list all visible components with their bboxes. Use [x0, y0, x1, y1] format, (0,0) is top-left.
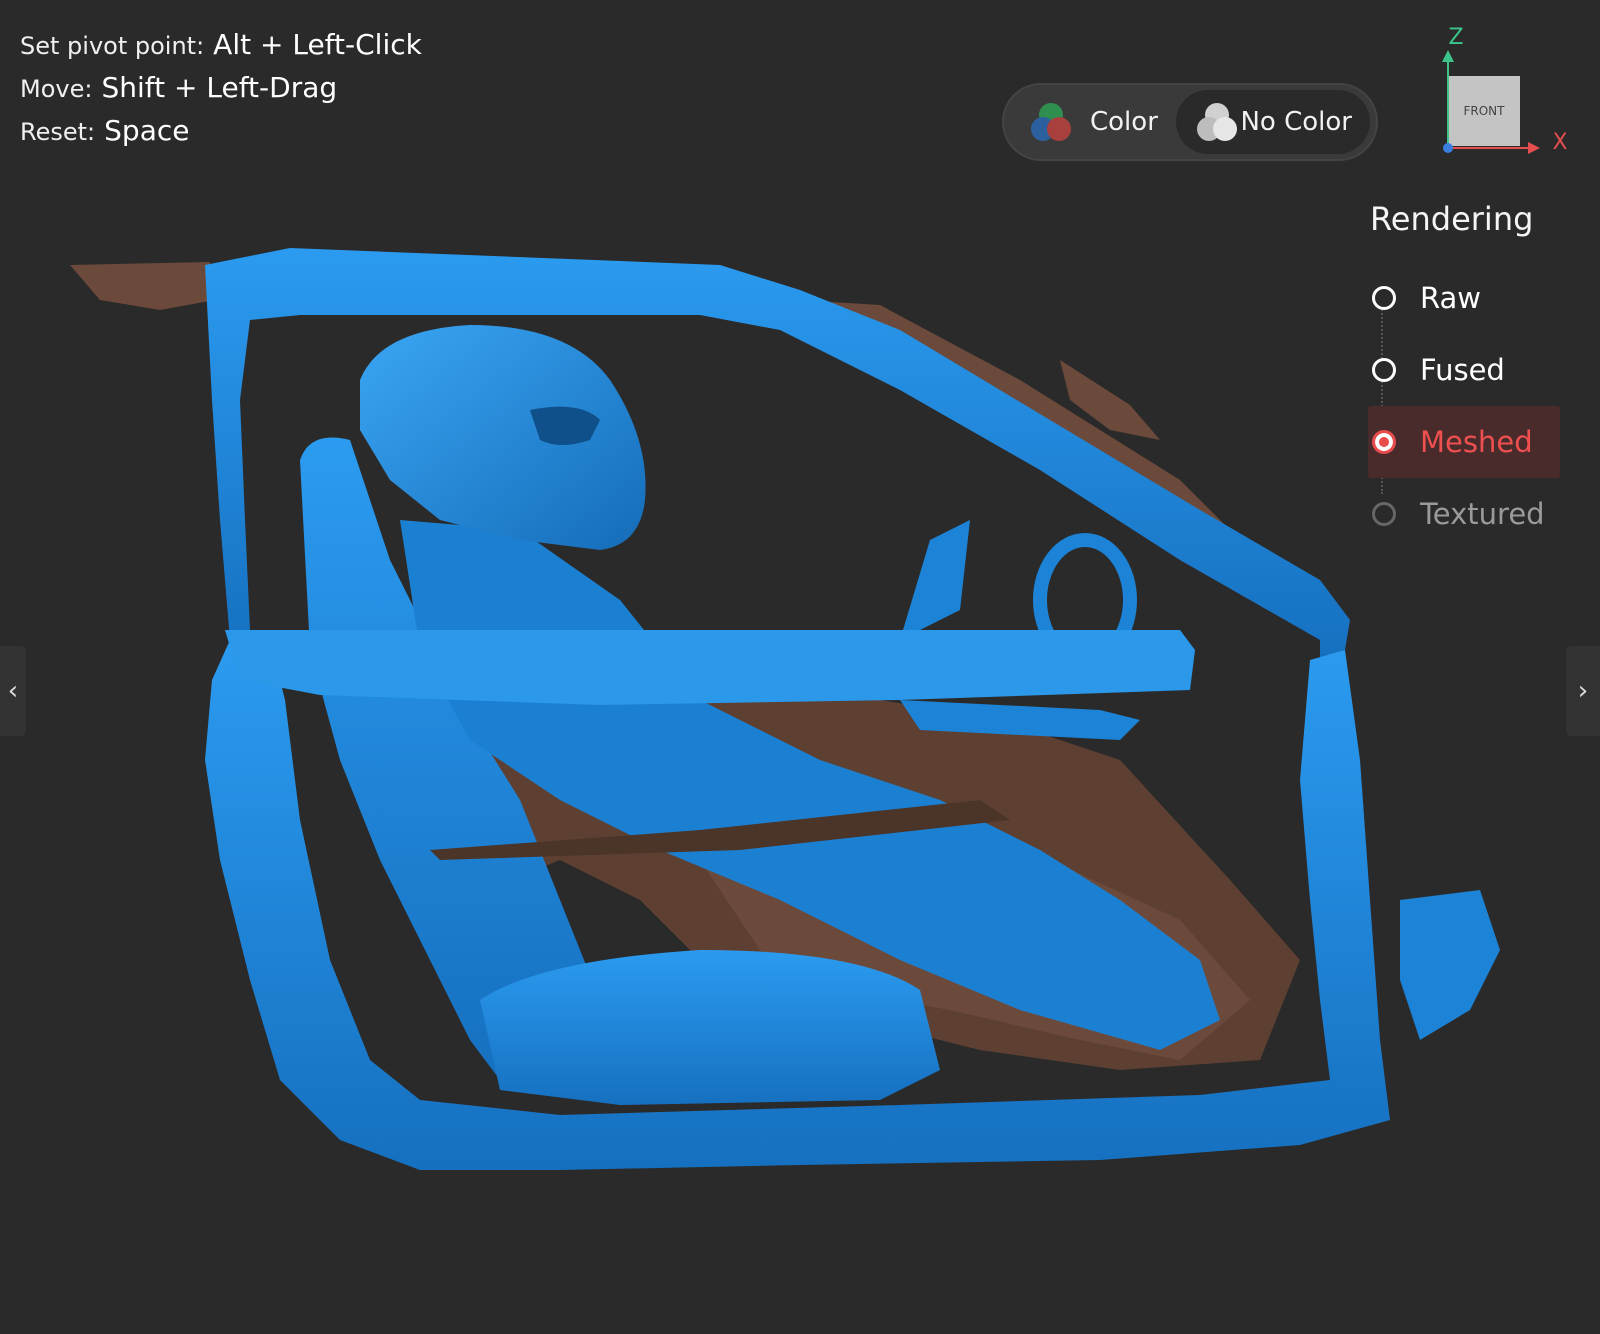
- prev-button[interactable]: ‹: [0, 646, 26, 736]
- color-mode-toggle: Color No Color: [1002, 83, 1378, 161]
- z-axis-arrow-icon: [1442, 50, 1454, 62]
- help-label: Move:: [20, 75, 93, 103]
- rendering-options: Raw Fused Meshed Textured: [1368, 262, 1570, 550]
- rendering-title: Rendering: [1370, 200, 1534, 238]
- x-axis-label: X: [1552, 130, 1567, 155]
- rendering-option-fused[interactable]: Fused: [1370, 334, 1570, 406]
- rendering-panel: Rendering Raw Fused Meshed Textured: [1368, 200, 1570, 550]
- help-row-move: Move: Shift + Left-Drag: [20, 71, 422, 114]
- help-key: Shift + Left-Drag: [101, 71, 338, 104]
- scanned-model: [70, 248, 1500, 1170]
- help-label: Reset:: [20, 118, 96, 146]
- next-button[interactable]: ›: [1566, 646, 1600, 736]
- x-axis-arrow-icon: [1528, 142, 1540, 154]
- cube-face-label: FRONT: [1464, 104, 1506, 118]
- rendering-option-label: Fused: [1420, 353, 1505, 387]
- rendering-option-meshed[interactable]: Meshed: [1368, 406, 1560, 478]
- origin-dot: [1443, 143, 1453, 153]
- help-row-reset: Reset: Space: [20, 114, 422, 157]
- no-color-option-button[interactable]: No Color: [1176, 90, 1370, 154]
- radio-icon: [1372, 358, 1396, 382]
- color-option-label: Color: [1090, 107, 1158, 137]
- shortcut-help: Set pivot point: Alt + Left-Click Move: …: [20, 28, 422, 157]
- orientation-gizmo[interactable]: FRONT Z X: [1420, 18, 1580, 168]
- no-color-option-label: No Color: [1240, 107, 1352, 137]
- rendering-option-label: Meshed: [1420, 425, 1533, 459]
- chevron-right-icon: ›: [1577, 676, 1589, 706]
- gray-circles-icon: [1196, 101, 1237, 143]
- 3d-viewport[interactable]: [0, 0, 1600, 1334]
- radio-disabled-icon: [1372, 502, 1396, 526]
- chevron-left-icon: ‹: [7, 676, 19, 706]
- rendering-option-raw[interactable]: Raw: [1370, 262, 1570, 334]
- color-option-button[interactable]: Color: [1010, 90, 1176, 154]
- z-axis-label: Z: [1448, 25, 1463, 50]
- radio-icon: [1372, 286, 1396, 310]
- radio-selected-icon: [1372, 430, 1396, 454]
- help-key: Alt + Left-Click: [213, 28, 422, 61]
- help-key: Space: [104, 114, 190, 147]
- rendering-option-label: Textured: [1420, 497, 1545, 531]
- rendering-option-textured[interactable]: Textured: [1370, 478, 1570, 550]
- color-circles-icon: [1030, 101, 1072, 143]
- help-row-pivot: Set pivot point: Alt + Left-Click: [20, 28, 422, 71]
- rendering-option-label: Raw: [1420, 281, 1482, 315]
- help-label: Set pivot point:: [20, 32, 205, 60]
